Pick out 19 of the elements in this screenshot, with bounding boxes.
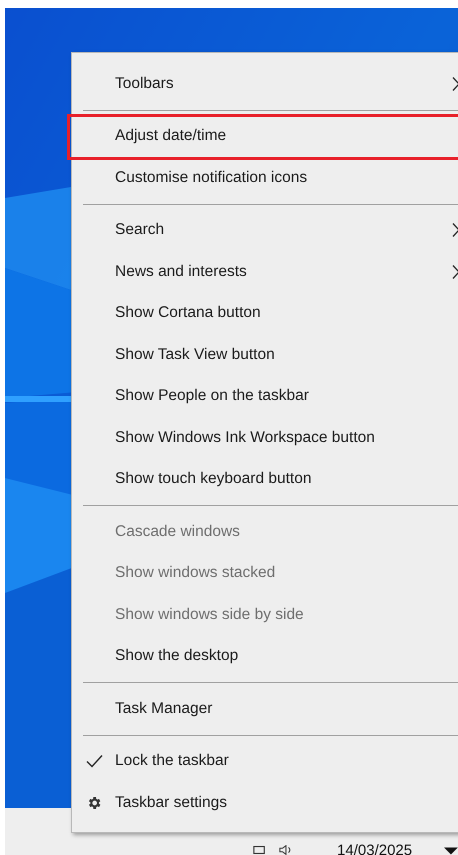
notification-icon[interactable]	[444, 847, 458, 855]
menu-item[interactable]: Taskbar settings	[72, 782, 458, 824]
menu-item[interactable]: Search	[72, 210, 458, 251]
speaker-icon[interactable]	[279, 845, 294, 855]
menu-item[interactable]: Show People on the taskbar	[72, 376, 458, 417]
settings-icon	[86, 794, 102, 811]
menu-item[interactable]: Task Manager	[72, 688, 458, 730]
menu-item[interactable]: Show Cortana button	[72, 292, 458, 334]
menu-item[interactable]: Customise notification icons	[72, 157, 458, 198]
menu-item[interactable]: Toolbars	[72, 63, 458, 104]
menu-item[interactable]: News and interests	[72, 251, 458, 292]
menu-item[interactable]: Show Windows Ink Workspace button	[72, 417, 458, 458]
taskbar-date[interactable]: 14/03/2025	[337, 843, 412, 855]
menu-item[interactable]: Show touch keyboard button	[72, 458, 458, 500]
menu-item[interactable]: Adjust date/time	[72, 116, 458, 157]
menu-item[interactable]: Lock the taskbar	[72, 740, 458, 782]
menu-item[interactable]: Show the desktop	[72, 636, 458, 677]
monitor-icon[interactable]	[253, 845, 266, 855]
menu-item[interactable]: Show Task View button	[72, 334, 458, 376]
